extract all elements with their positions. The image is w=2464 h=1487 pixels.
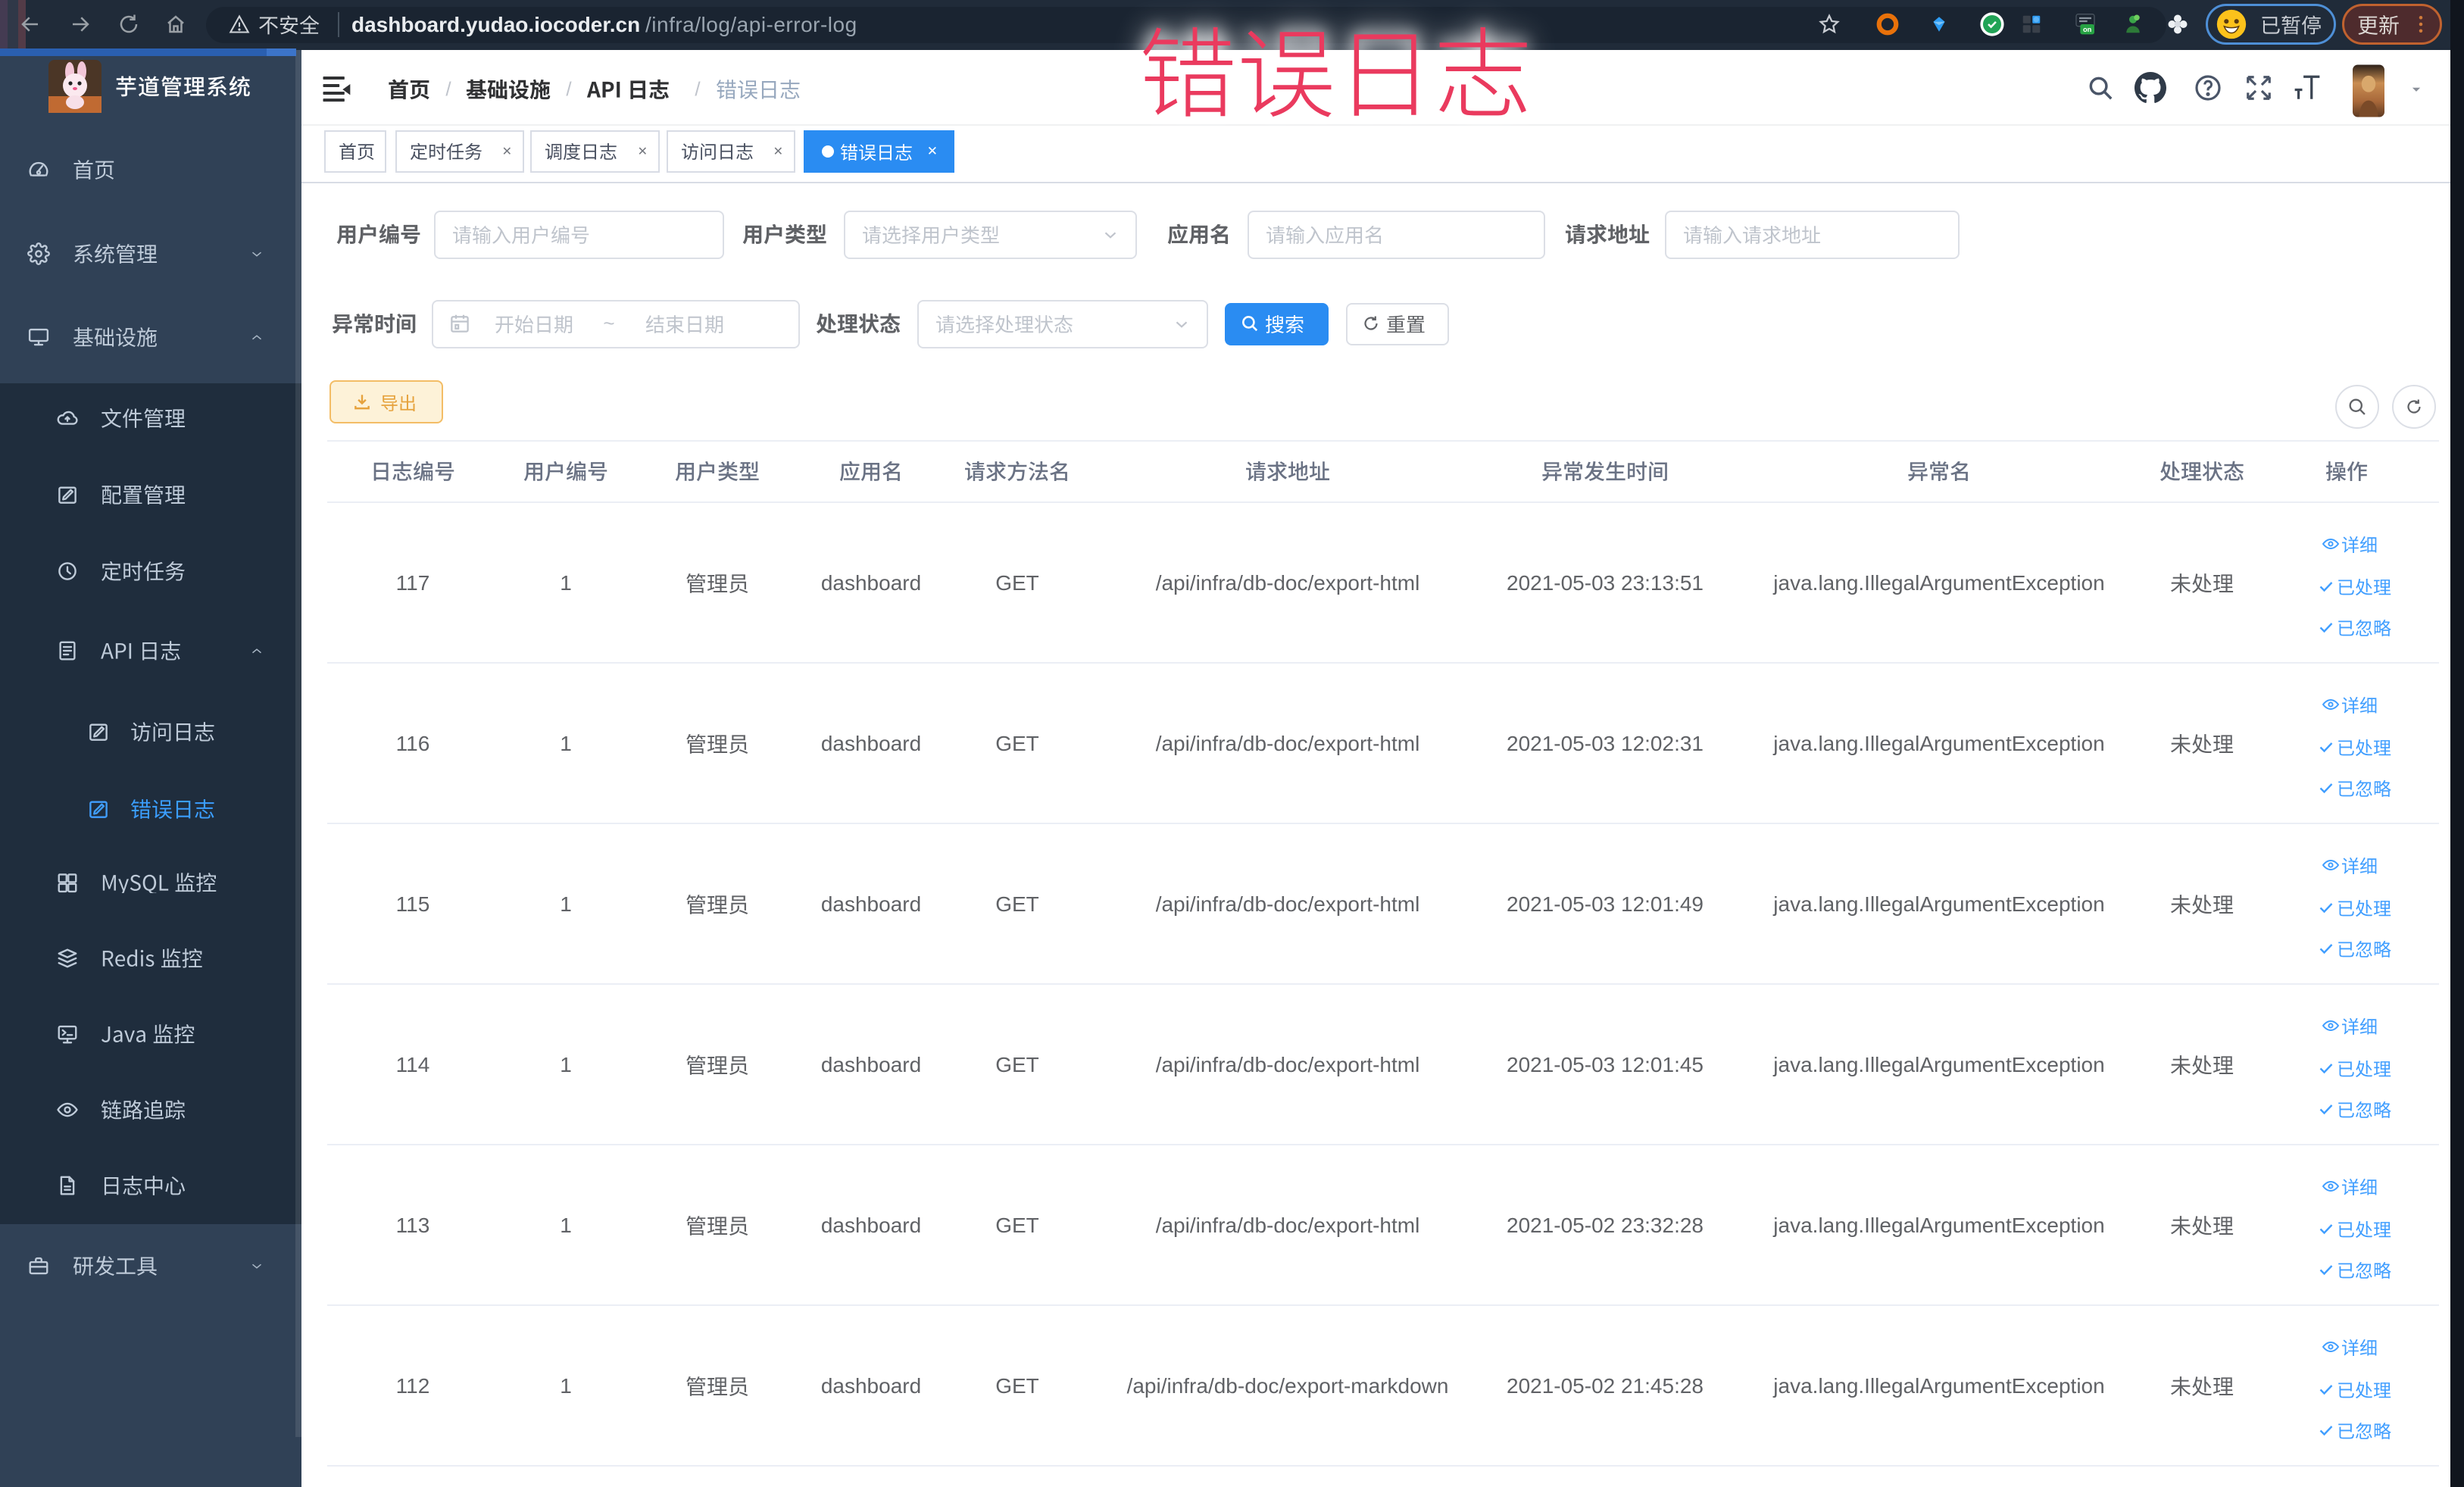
svg-text:on: on xyxy=(2083,26,2092,33)
